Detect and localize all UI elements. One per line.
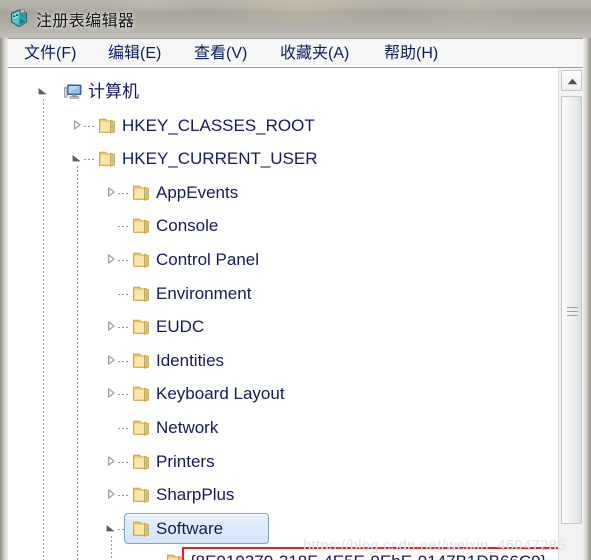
tree-expand-triangle-icon[interactable]	[105, 387, 119, 401]
tree-node-label: HKEY_CLASSES_ROOT	[122, 115, 315, 135]
menu-item-5[interactable]: 帮助(H)	[380, 43, 442, 65]
tree-node[interactable]: HKEY_CURRENT_USER	[9, 142, 569, 176]
tree-guide-line	[118, 495, 129, 497]
tree-collapse-triangle-icon[interactable]	[71, 152, 85, 166]
tree-guide-line	[118, 461, 129, 463]
tree-node-label: Network	[156, 418, 219, 437]
menu-item-4[interactable]: 收藏夹(A)	[276, 43, 353, 65]
folder-icon	[131, 250, 151, 270]
tree-node[interactable]: Printers	[9, 445, 569, 479]
tree-guide-line	[84, 125, 95, 127]
tree-node[interactable]: Identities	[9, 344, 569, 378]
tree-guide-line	[118, 360, 129, 362]
tree-expand-triangle-icon[interactable]	[105, 253, 119, 267]
folder-icon	[131, 485, 151, 505]
tree-expand-triangle-icon[interactable]	[105, 320, 119, 334]
tree-collapse-triangle-icon[interactable]	[37, 85, 51, 99]
registry-editor-icon	[8, 8, 29, 29]
folder-icon	[131, 452, 151, 472]
tree-guide-line	[118, 192, 129, 194]
tree-guide-line	[118, 226, 129, 228]
folder-icon	[131, 351, 151, 371]
window-client-area: 文件(F) 编辑(E) 查看(V) 收藏夹(A) 帮助(H) 计算机 HKEY_CLASS…	[0, 38, 591, 560]
tree-node-label: EUDC	[156, 317, 205, 337]
folder-icon	[131, 284, 151, 304]
tree-node-label: SharpPlus	[156, 485, 235, 505]
tree-expand-triangle-icon[interactable]	[105, 354, 119, 368]
registry-tree-view[interactable]: 计算机 HKEY_CLASSES_ROOT HKEY_CURRENT_USER App…	[9, 68, 583, 560]
tree-node[interactable]: HKEY_CLASSES_ROOT	[9, 109, 569, 143]
tree-guide-line	[118, 327, 129, 329]
tree-guide-line	[84, 159, 95, 161]
folder-icon	[131, 519, 151, 539]
tree-node[interactable]: 计算机	[9, 75, 569, 109]
computer-icon	[63, 82, 83, 102]
tree-node-label: AppEvents	[156, 182, 239, 202]
scroll-up-arrow-icon[interactable]	[561, 70, 582, 91]
menu-item-3[interactable]: 查看(V)	[190, 43, 251, 65]
menu-bar: 文件(F) 编辑(E) 查看(V) 收藏夹(A) 帮助(H)	[8, 38, 583, 68]
tree-node[interactable]: EUDC	[9, 310, 569, 344]
tree-node[interactable]: Network	[9, 411, 569, 445]
folder-icon	[131, 317, 151, 337]
folder-icon	[131, 183, 151, 203]
window-title-bar[interactable]: 注册表编辑器	[0, 0, 591, 38]
window-border-left	[0, 38, 8, 560]
folder-icon	[97, 116, 117, 136]
tree-guide-line	[118, 428, 129, 429]
vertical-scrollbar[interactable]	[558, 68, 583, 560]
tree-guide-line	[118, 260, 129, 261]
tree-node-label: Printers	[156, 451, 215, 471]
tree-node-label: 计算机	[88, 82, 139, 101]
folder-icon	[131, 384, 151, 404]
tree-guide-line	[118, 394, 129, 396]
tree-collapse-triangle-icon[interactable]	[105, 522, 119, 536]
menu-item-2[interactable]: 编辑(E)	[104, 43, 165, 65]
window-border-right	[583, 38, 591, 560]
scrollbar-thumb[interactable]	[561, 96, 582, 524]
tree-node-label: HKEY_CURRENT_USER	[122, 149, 318, 169]
tree-node[interactable]: Keyboard Layout	[9, 377, 569, 411]
tree-guide-line	[118, 293, 129, 295]
tree-node-label: Keyboard Layout	[156, 384, 285, 404]
watermark-text: https://blog.csdn.net/weixin_46047285	[303, 537, 566, 554]
tree-node-label: Console	[156, 216, 219, 236]
tree-node-label: Environment	[156, 283, 252, 303]
tree-node-label: Identities	[156, 350, 225, 370]
scrollbar-grip-icon	[567, 315, 578, 316]
tree-expand-triangle-icon[interactable]	[105, 488, 119, 502]
tree-expand-triangle-icon[interactable]	[105, 455, 119, 469]
tree-node[interactable]: AppEvents	[9, 176, 569, 210]
menu-item-1[interactable]: 文件(F)	[20, 43, 80, 65]
tree-node[interactable]: Console	[9, 209, 569, 243]
tree-node[interactable]: SharpPlus	[9, 478, 569, 512]
tree-node-label: Control Panel	[156, 250, 260, 269]
window-title: 注册表编辑器	[36, 13, 135, 30]
tree-expand-triangle-icon[interactable]	[105, 186, 119, 200]
folder-icon	[97, 149, 117, 169]
folder-icon	[131, 216, 151, 236]
tree-expand-triangle-icon[interactable]	[71, 119, 85, 133]
tree-node[interactable]: Environment	[9, 277, 569, 311]
tree-node[interactable]: Control Panel	[9, 243, 569, 277]
scrollbar-grip-icon	[567, 307, 578, 308]
scrollbar-grip-icon	[567, 311, 578, 312]
folder-icon	[131, 418, 151, 438]
tree-node-label: Software	[156, 518, 224, 538]
